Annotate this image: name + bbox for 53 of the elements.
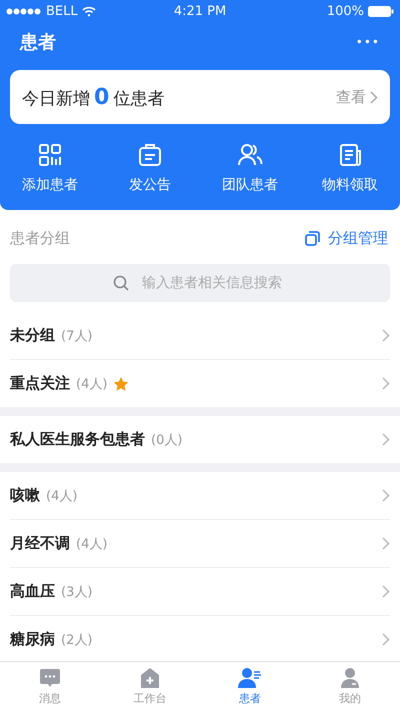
wifi-icon [82, 6, 96, 16]
signal-icon [6, 8, 42, 14]
new-patients-text: 今日新增 0 位患者 [22, 84, 164, 110]
action-button[interactable]: 物料领取 [300, 140, 400, 196]
group-count: (2人) [61, 632, 92, 648]
group-name[interactable]: 糖尿病 [10, 630, 55, 649]
carrier-text: BELL [46, 4, 78, 18]
time-text: 4:21 PM [174, 4, 226, 18]
chevron-right-icon[interactable] [382, 585, 390, 598]
battery-text: 100% [326, 4, 364, 18]
group-count: (4人) [76, 536, 108, 552]
action-button[interactable]: 添加患者 [0, 140, 100, 196]
action-button[interactable]: 团队患者 [200, 140, 300, 196]
group-count: (0人) [151, 432, 182, 448]
tab-button[interactable]: 患者 [200, 662, 300, 710]
chevron-right-icon [370, 90, 378, 104]
action-button[interactable]: 发公告 [100, 140, 200, 196]
chevron-right-icon[interactable] [382, 377, 390, 390]
battery-icon [368, 6, 394, 16]
person-list-icon [238, 666, 262, 688]
group-name[interactable]: 月经不调 [10, 534, 70, 553]
group-name[interactable]: 重点关注 [10, 374, 70, 393]
more-button[interactable]: ••• [356, 35, 380, 49]
briefcase-icon [137, 142, 163, 168]
group-name[interactable]: 私人医生服务包患者 [10, 430, 145, 449]
grid-icon [37, 142, 63, 168]
chevron-right-icon[interactable] [382, 329, 390, 342]
group-name[interactable]: 未分组 [10, 326, 55, 345]
section-title: 患者分组 [10, 228, 70, 248]
people-icon [237, 142, 263, 168]
chevron-right-icon[interactable] [382, 433, 390, 446]
tab-button[interactable]: 我的 [300, 662, 400, 710]
group-manage-button[interactable]: 分组管理 [305, 228, 388, 248]
tab-button[interactable]: 工作台 [100, 662, 200, 710]
group-name[interactable]: 高血压 [10, 582, 55, 601]
chat-bubble-icon [39, 666, 61, 688]
copy-icon [305, 230, 320, 246]
house-plus-icon [139, 666, 161, 688]
view-link[interactable]: 查看 [336, 88, 378, 106]
page-title: 患者 [20, 31, 56, 54]
search-icon [113, 275, 129, 291]
group-count: (7人) [61, 328, 92, 344]
group-count: (4人) [46, 488, 78, 504]
chevron-right-icon[interactable] [382, 537, 390, 550]
tab-button[interactable]: 消息 [0, 662, 100, 710]
search-field[interactable]: 输入患者相关信息搜索 [10, 264, 390, 302]
group-count: (4人) [76, 376, 108, 392]
chevron-right-icon[interactable] [382, 489, 390, 502]
person-icon [339, 666, 361, 688]
document-icon [337, 142, 363, 168]
group-name[interactable]: 咳嗽 [10, 486, 40, 505]
chevron-right-icon[interactable] [382, 633, 390, 646]
group-count: (3人) [61, 584, 92, 600]
